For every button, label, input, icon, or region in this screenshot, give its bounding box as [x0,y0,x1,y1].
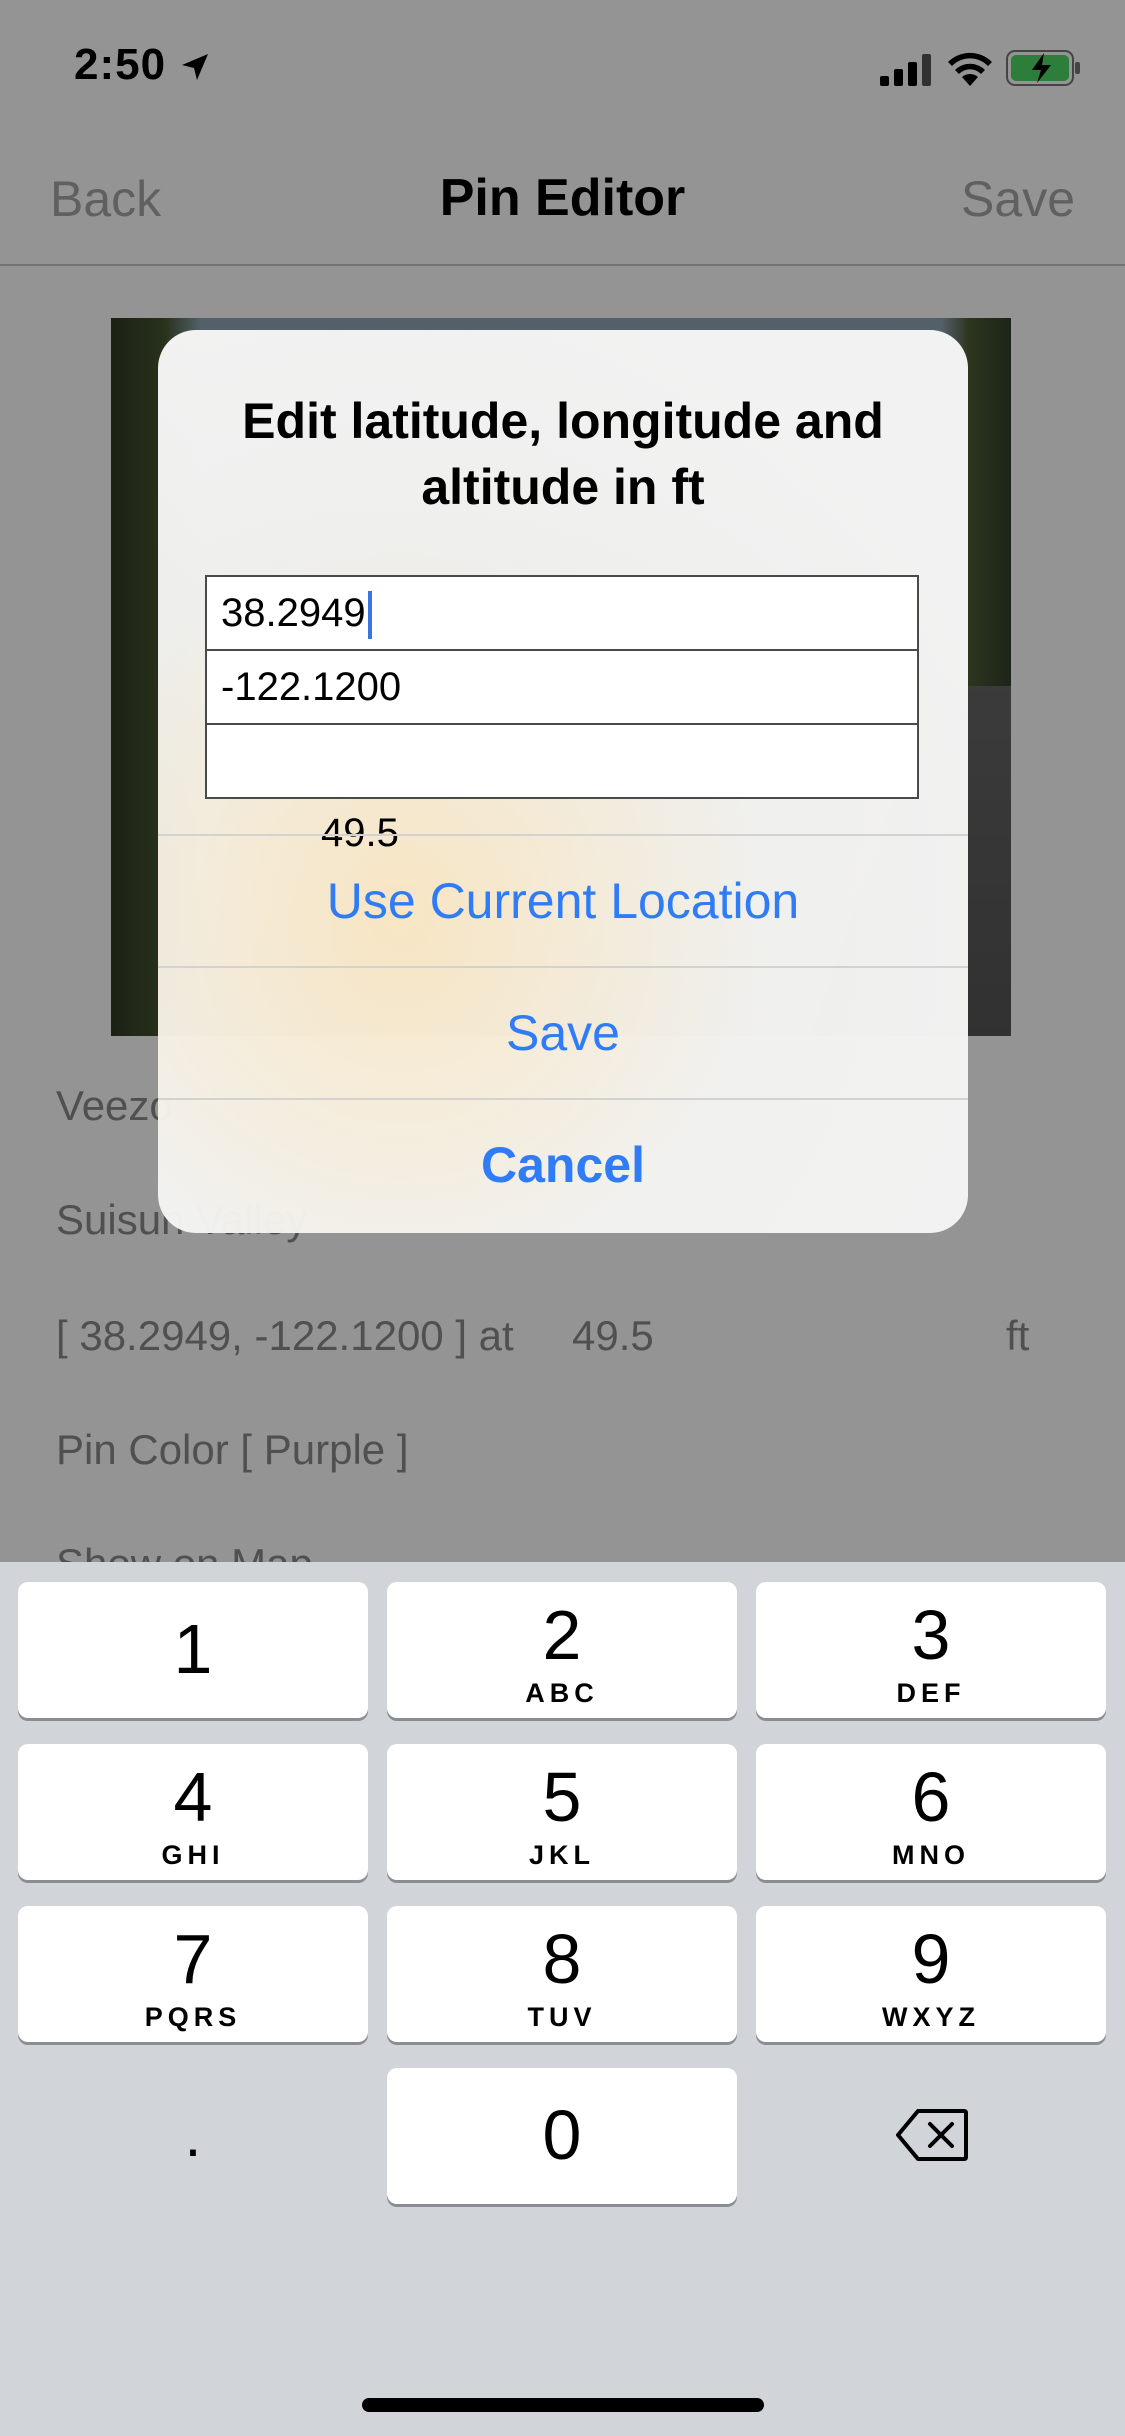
key-0[interactable]: 0 [387,2068,737,2204]
latitude-value: 38.2949 [221,591,366,635]
alert-save-button[interactable]: Save [158,968,968,1098]
key-5[interactable]: 5 JKL [387,1744,737,1880]
alert-cancel-button[interactable]: Cancel [158,1100,968,1230]
key-3[interactable]: 3 DEF [756,1582,1106,1718]
key-digit: 5 [542,1758,582,1836]
key-7[interactable]: 7 PQRS [18,1906,368,2042]
key-decimal[interactable]: . [18,2068,368,2204]
key-letters: MNO [892,1840,970,1870]
delete-backspace-icon [896,2109,968,2161]
key-digit: 3 [911,1596,951,1674]
key-digit: 7 [173,1920,213,1998]
key-9[interactable]: 9 WXYZ [756,1906,1106,2042]
home-indicator[interactable] [362,2398,764,2412]
longitude-value: -122.1200 [221,665,402,709]
key-digit: 8 [542,1920,582,1998]
key-1[interactable]: 1 [18,1582,368,1718]
alert-title: Edit latitude, longitude and altitude in… [242,393,884,515]
numeric-keypad: 1 2 ABC 3 DEF 4 GHI 5 JKL 6 MNO 7 PQRS 8… [0,1562,1125,2436]
key-digit: 1 [173,1610,213,1688]
longitude-field[interactable]: -122.1200 [205,649,919,725]
key-digit: 4 [173,1758,213,1836]
key-letters: GHI [161,1840,225,1870]
key-letters: WXYZ [882,2002,980,2032]
key-letters: TUV [527,2002,597,2032]
alert-fields: 38.2949 -122.1200 49.5 [205,575,919,855]
latitude-field[interactable]: 38.2949 [205,575,919,651]
key-letters: ABC [525,1678,599,1708]
text-caret [367,591,372,640]
key-letters: JKL [528,1840,595,1870]
use-current-location-button[interactable]: Use Current Location [158,836,968,966]
key-digit: 9 [911,1920,951,1998]
key-digit: 0 [542,2096,582,2174]
key-6[interactable]: 6 MNO [756,1744,1106,1880]
key-8[interactable]: 8 TUV [387,1906,737,2042]
key-digit: 6 [911,1758,951,1836]
delete-key[interactable] [756,2068,1106,2204]
altitude-field[interactable]: 49.5 [205,723,919,855]
key-letters: DEF [896,1678,966,1708]
key-2[interactable]: 2 ABC [387,1582,737,1718]
key-4[interactable]: 4 GHI [18,1744,368,1880]
decimal-label: . [184,2102,202,2169]
key-digit: 2 [542,1596,582,1674]
key-letters: PQRS [144,2002,242,2032]
edit-location-alert: Edit latitude, longitude and altitude in… [158,330,968,1233]
